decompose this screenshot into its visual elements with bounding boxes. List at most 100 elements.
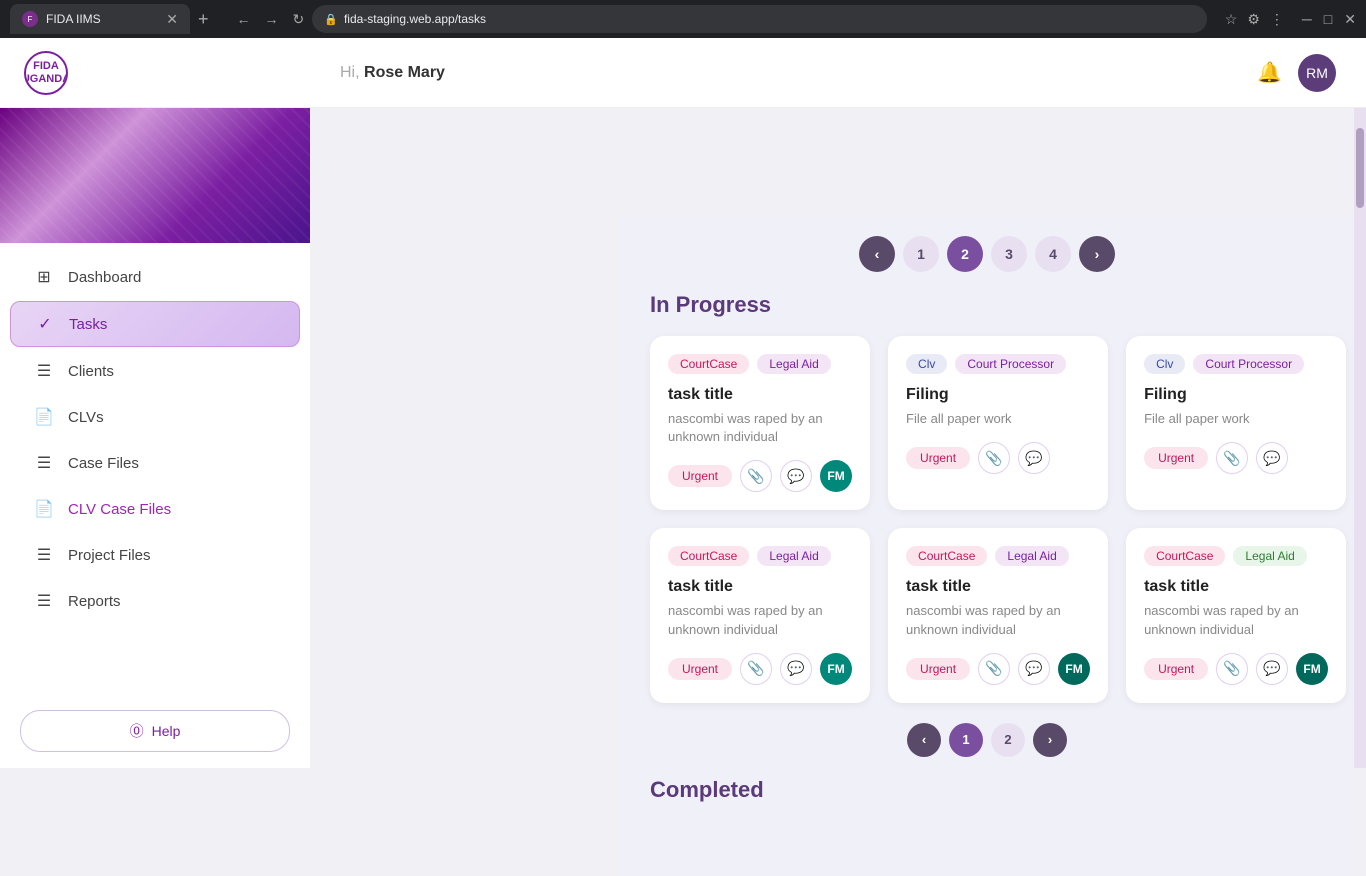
attachment-button[interactable]: 📎 <box>740 653 772 685</box>
sidebar-item-tasks[interactable]: ✓ Tasks <box>10 301 300 347</box>
tag-legal-aid: Legal Aid <box>757 546 830 566</box>
tab-close-button[interactable]: ✕ <box>166 11 178 28</box>
browser-tab[interactable]: F FIDA IIMS ✕ <box>10 4 190 34</box>
card-description: nascombi was raped by an unknown individ… <box>668 410 852 446</box>
card-description: File all paper work <box>1144 410 1328 428</box>
card-footer: Urgent 📎 💬 FM <box>906 653 1090 685</box>
clients-icon: ☰ <box>34 361 54 381</box>
sidebar-item-label: CLVs <box>68 409 104 426</box>
tag-court-case: CourtCase <box>668 546 749 566</box>
sidebar-item-dashboard[interactable]: ⊞ Dashboard <box>10 255 300 299</box>
card-footer: Urgent 📎 💬 <box>1144 442 1328 474</box>
comment-button[interactable]: 💬 <box>1256 653 1288 685</box>
attachment-button[interactable]: 📎 <box>978 653 1010 685</box>
new-tab-button[interactable]: + <box>198 9 209 30</box>
pagination-next-button[interactable]: › <box>1079 236 1115 272</box>
card-tags: CourtCase Legal Aid <box>668 354 852 374</box>
scrollbar-thumb[interactable] <box>1356 128 1364 208</box>
task-card: CourtCase Legal Aid task title nascombi … <box>888 528 1108 702</box>
attachment-button[interactable]: 📎 <box>1216 442 1248 474</box>
attachment-button[interactable]: 📎 <box>740 460 772 492</box>
close-button[interactable]: ✕ <box>1344 11 1356 28</box>
sidebar-item-case-files[interactable]: ☰ Case Files <box>10 441 300 485</box>
reports-icon: ☰ <box>34 591 54 611</box>
help-label: Help <box>152 723 181 739</box>
help-button[interactable]: ⓪ Help <box>20 710 290 752</box>
comment-button[interactable]: 💬 <box>1018 442 1050 474</box>
menu-icon[interactable]: ⋮ <box>1270 11 1284 28</box>
browser-navigation: ← → ↻ <box>237 11 305 28</box>
logo: FIDAUGANDA <box>24 51 68 95</box>
urgent-badge: Urgent <box>906 658 970 680</box>
pagination-page-2[interactable]: 2 <box>947 236 983 272</box>
card-title: task title <box>906 578 1090 596</box>
bookmark-icon[interactable]: ☆ <box>1225 11 1238 28</box>
bottom-pagination-page-2[interactable]: 2 <box>991 723 1025 757</box>
card-title: task title <box>668 386 852 404</box>
sidebar-item-project-files[interactable]: ☰ Project Files <box>10 533 300 577</box>
security-icon: 🔒 <box>324 13 338 26</box>
card-footer: Urgent 📎 💬 FM <box>1144 653 1328 685</box>
tag-court-case: CourtCase <box>906 546 987 566</box>
sidebar-item-label: Project Files <box>68 547 151 564</box>
minimize-button[interactable]: ─ <box>1302 11 1312 28</box>
maximize-button[interactable]: □ <box>1324 11 1332 28</box>
attachment-button[interactable]: 📎 <box>1216 653 1248 685</box>
card-description: nascombi was raped by an unknown individ… <box>906 602 1090 638</box>
card-footer: Urgent 📎 💬 <box>906 442 1090 474</box>
notification-button[interactable]: 🔔 <box>1257 60 1282 85</box>
back-button[interactable]: ← <box>237 11 251 28</box>
bottom-pagination-next[interactable]: › <box>1033 723 1067 757</box>
tasks-icon: ✓ <box>35 314 55 334</box>
sidebar-item-clvs[interactable]: 📄 CLVs <box>10 395 300 439</box>
main-content: ‹ 1 2 3 4 › In Progress CourtCase Legal … <box>620 216 1354 876</box>
tag-court-processor: Court Processor <box>955 354 1066 374</box>
card-footer: Urgent 📎 💬 FM <box>668 653 852 685</box>
task-card: Clv Court Processor Filing File all pape… <box>888 336 1108 510</box>
comment-button[interactable]: 💬 <box>780 460 812 492</box>
completed-title: Completed <box>650 777 1324 803</box>
tag-legal-aid: Legal Aid <box>757 354 830 374</box>
forward-button[interactable]: → <box>265 11 279 28</box>
tag-clv: Clv <box>906 354 947 374</box>
sidebar-banner <box>0 108 310 243</box>
extensions-icon[interactable]: ⚙ <box>1247 11 1260 28</box>
clvs-icon: 📄 <box>34 407 54 427</box>
comment-button[interactable]: 💬 <box>1018 653 1050 685</box>
pagination-prev-button[interactable]: ‹ <box>859 236 895 272</box>
task-card: CourtCase Legal Aid task title nascombi … <box>650 528 870 702</box>
card-description: File all paper work <box>906 410 1090 428</box>
pagination-page-3[interactable]: 3 <box>991 236 1027 272</box>
card-tags: CourtCase Legal Aid <box>668 546 852 566</box>
bottom-pagination-prev[interactable]: ‹ <box>907 723 941 757</box>
comment-button[interactable]: 💬 <box>1256 442 1288 474</box>
address-bar[interactable]: 🔒 fida-staging.web.app/tasks <box>312 5 1207 33</box>
bottom-pagination-page-1[interactable]: 1 <box>949 723 983 757</box>
sidebar-item-label: Case Files <box>68 455 139 472</box>
comment-button[interactable]: 💬 <box>780 653 812 685</box>
attachment-button[interactable]: 📎 <box>978 442 1010 474</box>
tag-court-processor: Court Processor <box>1193 354 1304 374</box>
tag-court-case: CourtCase <box>668 354 749 374</box>
scrollbar-track[interactable] <box>1354 108 1366 768</box>
card-title: task title <box>1144 578 1328 596</box>
task-card: Clv Court Processor Filing File all pape… <box>1126 336 1346 510</box>
sidebar-nav: ⊞ Dashboard ✓ Tasks ☰ Clients 📄 CLVs ☰ C… <box>0 243 310 694</box>
reload-button[interactable]: ↻ <box>293 11 305 28</box>
clv-case-files-icon: 📄 <box>34 499 54 519</box>
sidebar-item-label: Clients <box>68 363 114 380</box>
card-avatar: FM <box>820 653 852 685</box>
tag-court-case: CourtCase <box>1144 546 1225 566</box>
sidebar: ⊞ Dashboard ✓ Tasks ☰ Clients 📄 CLVs ☰ C… <box>0 108 310 768</box>
sidebar-item-clients[interactable]: ☰ Clients <box>10 349 300 393</box>
sidebar-item-reports[interactable]: ☰ Reports <box>10 579 300 623</box>
user-avatar[interactable]: RM <box>1298 54 1336 92</box>
help-icon: ⓪ <box>130 721 144 741</box>
pagination-page-4[interactable]: 4 <box>1035 236 1071 272</box>
pagination-page-1[interactable]: 1 <box>903 236 939 272</box>
card-avatar: FM <box>820 460 852 492</box>
card-title: Filing <box>1144 386 1328 404</box>
logo-text: FIDAUGANDA <box>24 60 68 84</box>
sidebar-item-clv-case-files[interactable]: 📄 CLV Case Files <box>10 487 300 531</box>
urgent-badge: Urgent <box>1144 658 1208 680</box>
